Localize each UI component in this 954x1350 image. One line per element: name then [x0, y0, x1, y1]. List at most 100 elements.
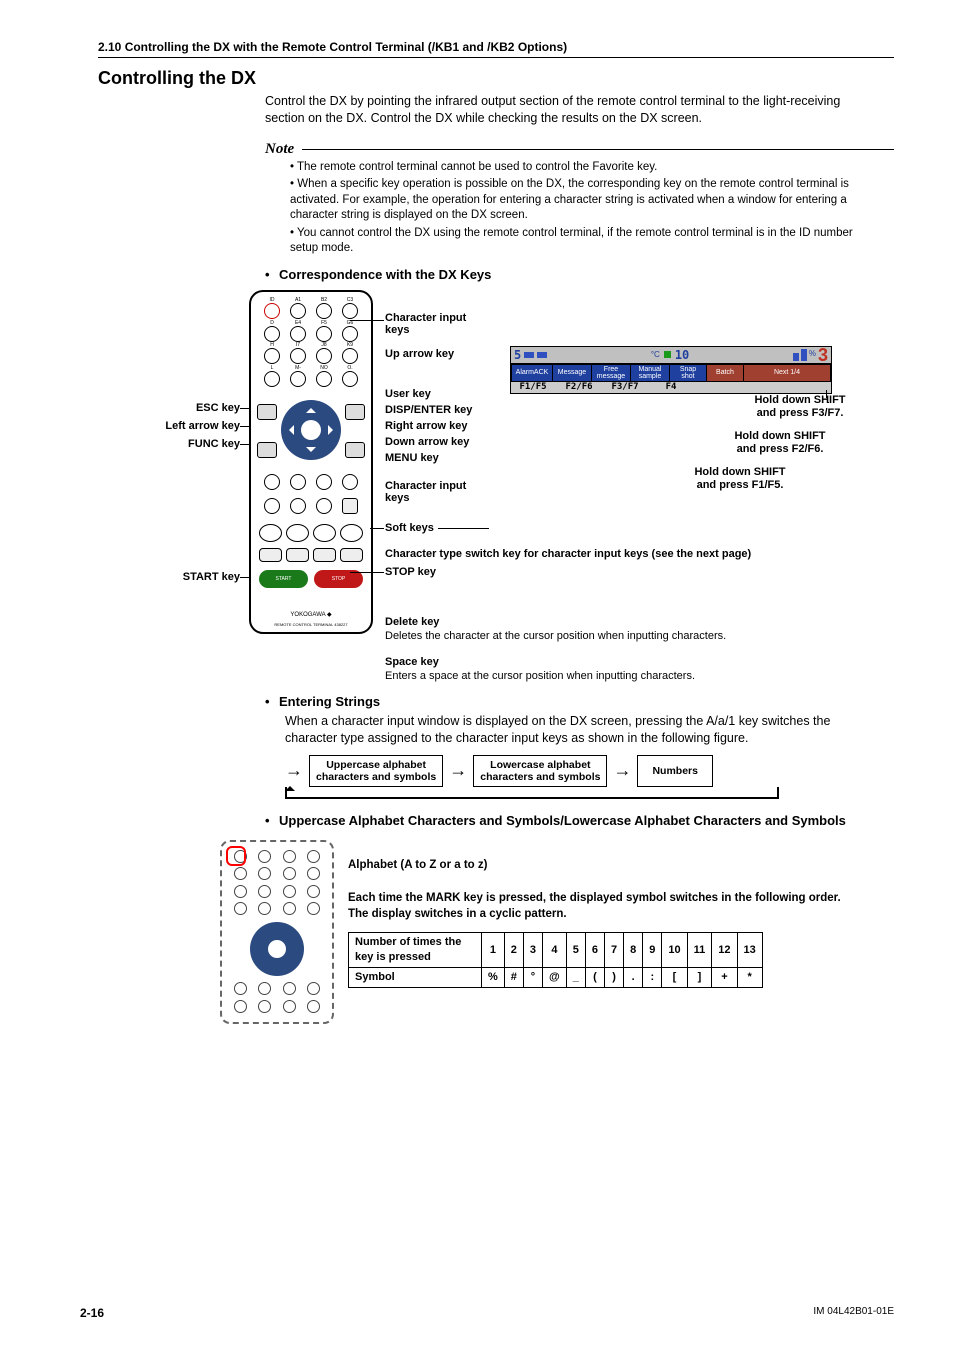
- alpha-line: Alphabet (A to Z or a to z): [348, 858, 864, 874]
- subsection-label: Correspondence with the DX Keys: [279, 267, 491, 282]
- cycle-row: → Uppercase alphabet characters and symb…: [285, 755, 894, 787]
- dx-fkey: F1/F5: [515, 382, 551, 394]
- dx-pct: %: [809, 349, 816, 358]
- label-left-arrow: Left arrow key: [110, 420, 240, 432]
- arrow-icon: →: [613, 760, 631, 781]
- sym-header: Number of times the key is pressed: [349, 933, 482, 968]
- dx-btn: Free message: [592, 365, 630, 381]
- symbol-table: Number of times the key is pressed 1 2 3…: [348, 932, 763, 988]
- mark-line-1: Each time the MARK key is pressed, the d…: [348, 891, 864, 907]
- remote-brand: YOKOGAWA ◆: [251, 611, 371, 618]
- dx-screen: 5 °C 10 % 3 AlarmACK Message: [510, 346, 832, 394]
- dx-unit: °C: [651, 350, 660, 359]
- sym-val: #: [504, 967, 523, 987]
- sym-col: 5: [566, 933, 585, 968]
- shift-hint-3: Hold down SHIFT and press F3/F7.: [730, 394, 870, 420]
- page: 2.10 Controlling the DX with the Remote …: [0, 0, 954, 1350]
- sym-col: 2: [504, 933, 523, 968]
- sym-val: +: [712, 967, 737, 987]
- label-up-arrow: Up arrow key: [385, 348, 454, 360]
- note-item: The remote control terminal cannot be us…: [290, 160, 864, 176]
- dx-fkey: F3/F7: [607, 382, 643, 394]
- sym-val: %: [482, 967, 505, 987]
- subsection-entering: •Entering Strings: [265, 694, 894, 709]
- horizontal-rule: [302, 149, 894, 150]
- running-header: 2.10 Controlling the DX with the Remote …: [98, 40, 894, 58]
- sym-val: [: [662, 967, 687, 987]
- note-heading: Note: [265, 141, 894, 158]
- page-footer: 2-16 IM 04L42B01-01E: [80, 1306, 894, 1320]
- note-item: When a specific key operation is possibl…: [290, 177, 864, 224]
- subsection-label: Entering Strings: [279, 694, 380, 709]
- label-menu: MENU key: [385, 452, 439, 464]
- cycle-numbers: Numbers: [637, 755, 713, 787]
- intro-paragraph: Control the DX by pointing the infrared …: [265, 93, 864, 127]
- dx-btn: Message: [553, 365, 591, 381]
- sym-val: °: [523, 967, 542, 987]
- right-text-block: Alphabet (A to Z or a to z) Each time th…: [348, 840, 864, 988]
- page-number: 2-16: [80, 1306, 104, 1320]
- label-space-h: Space key: [385, 656, 439, 668]
- entering-text: When a character input window is display…: [285, 713, 864, 747]
- dx-group-num: 5: [514, 348, 521, 362]
- sym-col: 13: [737, 933, 762, 968]
- sym-col: 7: [605, 933, 624, 968]
- label-func: FUNC key: [110, 438, 240, 450]
- sym-col: 10: [662, 933, 687, 968]
- sym-row-label: Symbol: [349, 967, 482, 987]
- dx-btn: Next 1/4: [744, 365, 830, 381]
- subsection-upper-lower: •Uppercase Alphabet Characters and Symbo…: [265, 813, 894, 828]
- shift-hint-1: Hold down SHIFT and press F1/F5.: [650, 466, 830, 492]
- sym-val: (: [585, 967, 604, 987]
- note-label: Note: [265, 141, 294, 158]
- subsection-label: Uppercase Alphabet Characters and Symbol…: [279, 813, 846, 828]
- sym-col: 11: [687, 933, 712, 968]
- sym-col: 4: [543, 933, 567, 968]
- sym-val: .: [624, 967, 643, 987]
- label-start: START key: [110, 571, 240, 583]
- label-space-t: Enters a space at the cursor position wh…: [385, 670, 885, 682]
- cycle-return-line: [285, 787, 779, 799]
- label-softkeys: Soft keys: [385, 522, 434, 534]
- remote-body: IDA1B2C3 DE4F5G6 HI7J8K9 LM-NOO. START S: [249, 290, 373, 634]
- sym-col: 9: [643, 933, 662, 968]
- dx-btn: Batch: [707, 365, 743, 381]
- label-delete-h: Delete key: [385, 616, 439, 628]
- dx-big: 3: [818, 350, 828, 361]
- arrow-icon: →: [285, 760, 303, 781]
- doc-id: IM 04L42B01-01E: [813, 1306, 894, 1320]
- remote-diagram: ESC key Left arrow key FUNC key START ke…: [110, 290, 864, 690]
- bottom-wrap: Alphabet (A to Z or a to z) Each time th…: [220, 840, 864, 1024]
- subsection-correspondence: •Correspondence with the DX Keys: [265, 267, 894, 282]
- label-disp-enter: DISP/ENTER key: [385, 404, 472, 416]
- remote-model: REMOTE CONTROL TERMINAL 438227: [251, 622, 371, 627]
- sym-col: 1: [482, 933, 505, 968]
- remote-start-button: START: [259, 570, 308, 588]
- dx-btn: AlarmACK: [512, 365, 552, 381]
- label-right-arrow: Right arrow key: [385, 420, 468, 432]
- dx-fkey: F4: [653, 382, 689, 394]
- label-down-arrow: Down arrow key: [385, 436, 469, 448]
- sym-col: 6: [585, 933, 604, 968]
- label-esc: ESC key: [110, 402, 240, 414]
- label-type-switch: Character type switch key for character …: [385, 548, 855, 560]
- sym-val: :: [643, 967, 662, 987]
- sym-val: ): [605, 967, 624, 987]
- note-item: You cannot control the DX using the remo…: [290, 226, 864, 257]
- section-title: Controlling the DX: [98, 68, 894, 89]
- mini-remote: [220, 840, 334, 1024]
- label-user: User key: [385, 388, 431, 400]
- label-stop: STOP key: [385, 566, 436, 578]
- label-delete-t: Deletes the character at the cursor posi…: [385, 630, 885, 642]
- cycle-uppercase: Uppercase alphabet characters and symbol…: [309, 755, 443, 787]
- sym-col: 3: [523, 933, 542, 968]
- dx-btn: Snap shot: [670, 365, 706, 381]
- dx-btn: Manual sample: [631, 365, 669, 381]
- sym-val: _: [566, 967, 585, 987]
- sym-val: *: [737, 967, 762, 987]
- note-list: The remote control terminal cannot be us…: [290, 160, 864, 257]
- arrow-icon: →: [449, 760, 467, 781]
- shift-hint-2: Hold down SHIFT and press F2/F6.: [690, 430, 870, 456]
- cycle-lowercase: Lowercase alphabet characters and symbol…: [473, 755, 607, 787]
- dx-id: 10: [675, 348, 689, 362]
